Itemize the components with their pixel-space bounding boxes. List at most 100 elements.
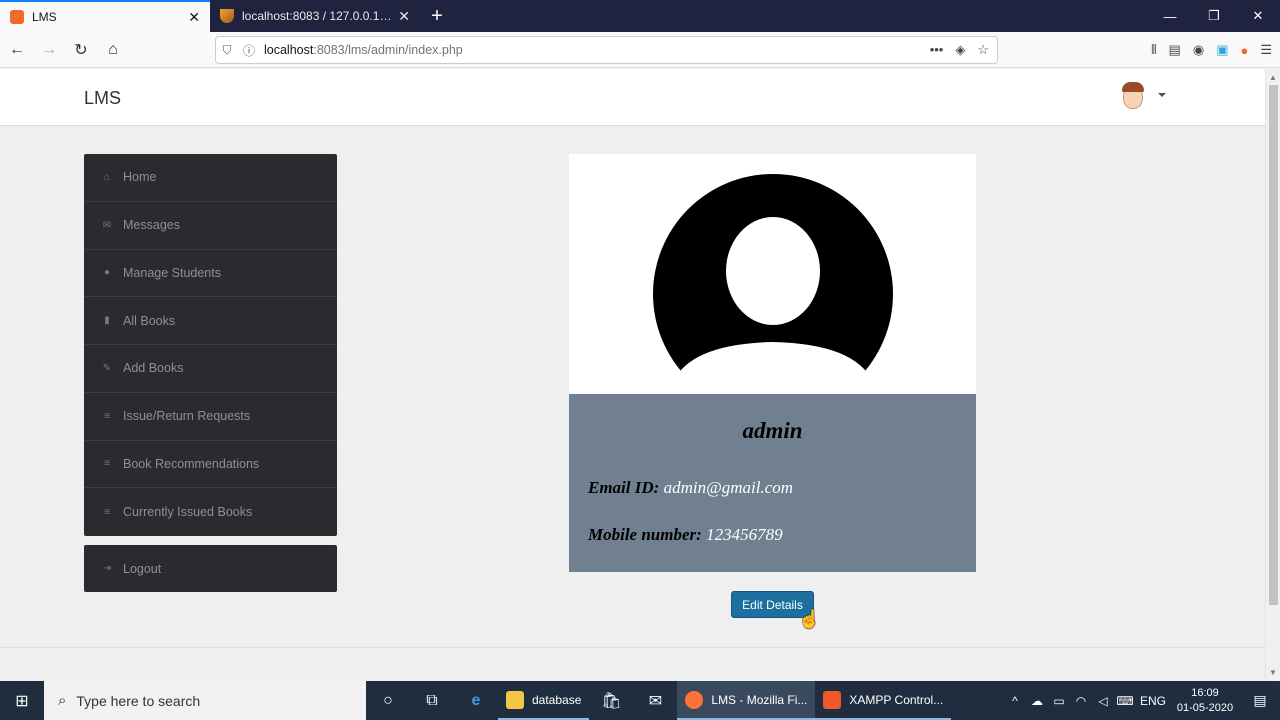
language-indicator[interactable]: ENG	[1136, 694, 1170, 708]
tab-title: LMS	[32, 10, 57, 24]
tab-phpmyadmin[interactable]: localhost:8083 / 127.0.0.1 / lms ✕	[210, 0, 420, 32]
caret-down-icon[interactable]	[1158, 93, 1166, 97]
profile-email: Email ID: admin@gmail.com	[588, 478, 793, 498]
close-tab-icon[interactable]: ✕	[188, 9, 200, 26]
list-icon: ≡	[104, 410, 110, 422]
store-icon[interactable]: 🛍	[589, 681, 633, 720]
taskbar-search-box[interactable]: ⌕ Type here to search	[44, 681, 366, 720]
taskbar-app-label: XAMPP Control...	[849, 692, 944, 707]
system-tray: ^ ☁ ▭ ◠ ◁ ⌨ ENG 16:09 01-05-2020 ▤	[1004, 681, 1280, 720]
back-icon[interactable]: ←	[2, 35, 32, 65]
firefox-icon	[685, 690, 704, 709]
menu-icon[interactable]: ☰	[1260, 42, 1272, 58]
email-value: admin@gmail.com	[663, 478, 793, 497]
mobile-label: Mobile number:	[588, 525, 702, 544]
browser-navbar: ← → ↻ ⌂ ⛉ ⓘ localhost:8083/lms/admin/ind…	[0, 32, 1280, 68]
windows-start-icon[interactable]: ⊞	[0, 681, 44, 720]
sidebar-item-label: Home	[123, 170, 157, 185]
search-placeholder: Type here to search	[76, 692, 201, 709]
clock-time: 16:09	[1191, 686, 1219, 699]
page-scrollbar[interactable]: ▲ ▼	[1265, 69, 1280, 681]
task-view-icon[interactable]: ⧉	[410, 681, 454, 720]
tab-lms[interactable]: LMS ✕	[0, 0, 210, 32]
sidebar-item-label: All Books	[123, 313, 176, 328]
forward-icon[interactable]: →	[34, 35, 64, 65]
taskbar-app-xampp[interactable]: XAMPP Control...	[815, 681, 952, 720]
profile-mobile: Mobile number: 123456789	[588, 525, 783, 545]
tab-title: localhost:8083 / 127.0.0.1 / lms	[242, 9, 393, 23]
scroll-up-icon[interactable]: ▲	[1269, 73, 1277, 82]
minimize-icon[interactable]: —	[1148, 0, 1192, 32]
new-tab-icon[interactable]: +	[420, 0, 454, 32]
close-tab-icon[interactable]: ✕	[398, 8, 410, 25]
sidebar-item-manage-students[interactable]: ● Manage Students	[84, 250, 337, 298]
profile-username: admin	[742, 418, 803, 443]
sidebar-item-messages[interactable]: ✉ Messages	[84, 202, 337, 250]
chevron-up-icon[interactable]: ^	[1004, 694, 1026, 708]
inbox-icon: ✉	[102, 219, 112, 231]
onedrive-icon[interactable]: ☁	[1026, 694, 1048, 708]
keyboard-icon[interactable]: ⌨	[1114, 694, 1136, 708]
library-icon[interactable]: ⫴	[1151, 42, 1156, 58]
sidebar-item-issue-return-requests[interactable]: ≡ Issue/Return Requests	[84, 393, 337, 441]
sidebar-item-currently-issued-books[interactable]: ≡ Currently Issued Books	[84, 488, 337, 536]
xampp-icon	[823, 690, 842, 709]
sidebar-item-all-books[interactable]: ▮ All Books	[84, 297, 337, 345]
address-bar[interactable]: ⛉ ⓘ localhost:8083/lms/admin/index.php •…	[215, 36, 998, 64]
more-actions-icon[interactable]: •••	[930, 42, 944, 58]
clock-date: 01-05-2020	[1176, 701, 1234, 714]
home-icon: ⌂	[103, 171, 111, 183]
sidebar-item-label: Book Recommendations	[123, 456, 260, 471]
profile-picture	[569, 154, 976, 414]
sidebar-item-add-books[interactable]: ✎ Add Books	[84, 345, 337, 393]
taskbar-app-database[interactable]: database	[498, 681, 590, 720]
taskbar-clock[interactable]: 16:09 01-05-2020	[1170, 686, 1240, 716]
cortana-icon[interactable]: ○	[366, 681, 410, 720]
user-icon: ●	[103, 267, 111, 279]
browser-tab-strip: LMS ✕ localhost:8083 / 127.0.0.1 / lms ✕…	[0, 0, 1280, 32]
notification-icon[interactable]: ▤	[1240, 692, 1280, 709]
firefox-extension-icon[interactable]: ●	[1240, 43, 1248, 58]
taskbar-app-firefox[interactable]: LMS - Mozilla Fi...	[677, 681, 816, 720]
extension-icon[interactable]: ▣	[1216, 42, 1228, 58]
profile-info-panel: admin Email ID: admin@gmail.com Mobile n…	[569, 394, 976, 572]
edit-icon: ✎	[102, 362, 112, 374]
scroll-down-icon[interactable]: ▼	[1269, 668, 1277, 677]
reload-icon[interactable]: ↻	[66, 35, 96, 65]
taskbar-app-label: LMS - Mozilla Fi...	[711, 692, 808, 707]
sidebar-item-home[interactable]: ⌂ Home	[84, 154, 337, 202]
default-user-icon	[569, 174, 976, 414]
url-text[interactable]: localhost:8083/lms/admin/index.php	[260, 43, 930, 57]
sidebar-item-book-recommendations[interactable]: ≡ Book Recommendations	[84, 441, 337, 489]
list-icon: ≡	[104, 458, 110, 470]
footer-divider	[0, 647, 1265, 648]
phpmyadmin-favicon-icon	[220, 9, 234, 23]
book-icon: ▮	[104, 315, 110, 327]
sidebar-item-label: Currently Issued Books	[123, 505, 253, 520]
wifi-icon[interactable]: ◠	[1070, 694, 1092, 708]
edge-icon[interactable]: e	[454, 681, 498, 720]
scrollbar-thumb[interactable]	[1269, 85, 1278, 605]
user-avatar[interactable]	[1120, 80, 1146, 112]
sidebar-menu: ⌂ Home ✉ Messages ● Manage Students ▮ All Bo…	[84, 154, 337, 536]
page-content: LMS ⌂ Home ✉ Messages ● Manage Students ▮ Al…	[0, 69, 1265, 681]
battery-icon[interactable]: ▭	[1048, 694, 1070, 708]
close-window-icon[interactable]: ✕	[1236, 0, 1280, 32]
bookmark-star-icon[interactable]: ☆	[977, 42, 989, 58]
mail-icon[interactable]: ✉	[633, 681, 677, 720]
home-page-icon[interactable]: ⌂	[98, 35, 128, 65]
restore-icon[interactable]: ❐	[1192, 0, 1236, 32]
volume-icon[interactable]: ◁	[1092, 694, 1114, 708]
logout-button[interactable]: ⇥ Logout	[84, 545, 337, 592]
pocket-icon[interactable]: ◈	[955, 42, 965, 58]
taskbar-app-label: database	[532, 692, 582, 707]
account-icon[interactable]: ◉	[1193, 42, 1204, 58]
logout-label: Logout	[123, 561, 162, 576]
list-icon: ≡	[104, 506, 110, 518]
info-icon[interactable]: ⓘ	[238, 42, 260, 59]
email-label: Email ID:	[588, 478, 660, 497]
sidebar-item-label: Messages	[123, 218, 180, 233]
shield-icon[interactable]: ⛉	[216, 43, 238, 58]
brand-logo[interactable]: LMS	[84, 88, 121, 109]
sidebar-toggle-icon[interactable]: ▤	[1169, 42, 1181, 58]
